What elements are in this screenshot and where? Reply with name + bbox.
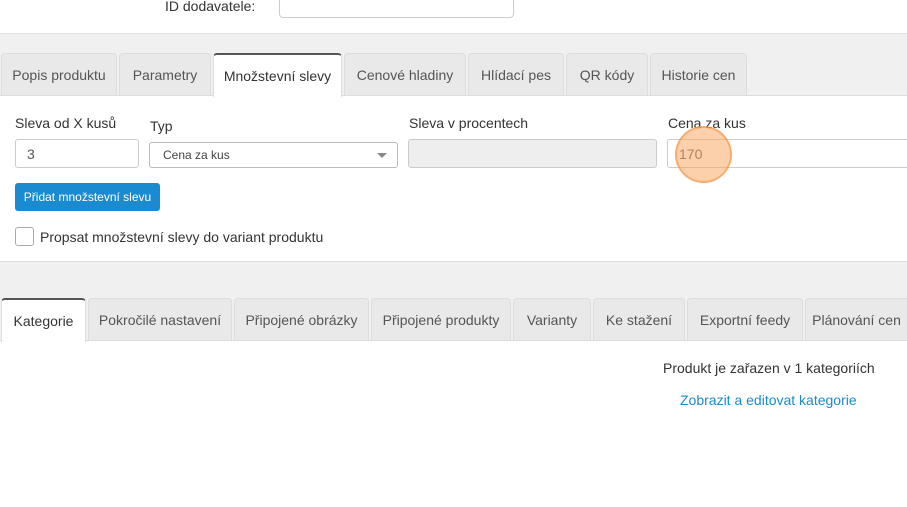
tab-attached-products[interactable]: Připojené produkty bbox=[371, 298, 511, 341]
tab-qr-codes[interactable]: QR kódy bbox=[566, 53, 648, 96]
edit-categories-link[interactable]: Zobrazit a editovat kategorie bbox=[680, 392, 857, 408]
propagate-checkbox[interactable] bbox=[15, 227, 34, 246]
tab-downloads[interactable]: Ke stažení bbox=[593, 298, 685, 341]
type-label: Typ bbox=[150, 118, 173, 134]
product-tabs: Popis produktu Parametry Množstevní slev… bbox=[0, 53, 907, 97]
supplier-id-input[interactable] bbox=[279, 0, 514, 18]
qty-label: Sleva od X kusů bbox=[15, 115, 117, 131]
propagate-label: Propsat množstevní slevy do variant prod… bbox=[40, 229, 324, 245]
tab-export-feeds[interactable]: Exportní feedy bbox=[687, 298, 803, 341]
supplier-id-label: ID dodavatele: bbox=[165, 0, 256, 14]
supplier-section: ID dodavatele: bbox=[0, 0, 907, 34]
quantity-discount-panel: Sleva od X kusů 3 Typ Cena za kus Sleva … bbox=[0, 95, 907, 262]
tab-watchdog[interactable]: Hlídací pes bbox=[468, 53, 564, 96]
tab-price-planning[interactable]: Plánování cen bbox=[805, 298, 907, 341]
add-discount-button[interactable]: Přidat množstevní slevu bbox=[15, 183, 160, 211]
tab-parameters[interactable]: Parametry bbox=[119, 53, 211, 96]
price-label: Cena za kus bbox=[668, 115, 746, 131]
qty-input[interactable]: 3 bbox=[15, 139, 139, 168]
tab-categories[interactable]: Kategorie bbox=[1, 298, 86, 342]
category-count-text: Produkt je zařazen v 1 kategoriích bbox=[663, 360, 875, 376]
price-input[interactable]: 170 bbox=[667, 139, 907, 168]
tab-variants[interactable]: Varianty bbox=[513, 298, 591, 341]
tab-quantity-discounts[interactable]: Množstevní slevy bbox=[213, 53, 342, 97]
tab-advanced-settings[interactable]: Pokročilé nastavení bbox=[88, 298, 232, 341]
tab-attached-images[interactable]: Připojené obrázky bbox=[234, 298, 369, 341]
tab-product-description[interactable]: Popis produktu bbox=[1, 53, 117, 96]
tab-price-levels[interactable]: Cenové hladiny bbox=[344, 53, 466, 96]
categories-panel: Produkt je zařazen v 1 kategoriích Zobra… bbox=[0, 340, 907, 507]
tab-price-history[interactable]: Historie cen bbox=[650, 53, 747, 96]
type-select[interactable]: Cena za kus bbox=[149, 142, 398, 168]
chevron-down-icon bbox=[377, 153, 387, 158]
percent-label: Sleva v procentech bbox=[409, 115, 529, 131]
type-select-value: Cena za kus bbox=[163, 148, 230, 162]
percent-input[interactable] bbox=[408, 139, 657, 168]
secondary-tabs: Kategorie Pokročilé nastavení Připojené … bbox=[0, 298, 907, 342]
